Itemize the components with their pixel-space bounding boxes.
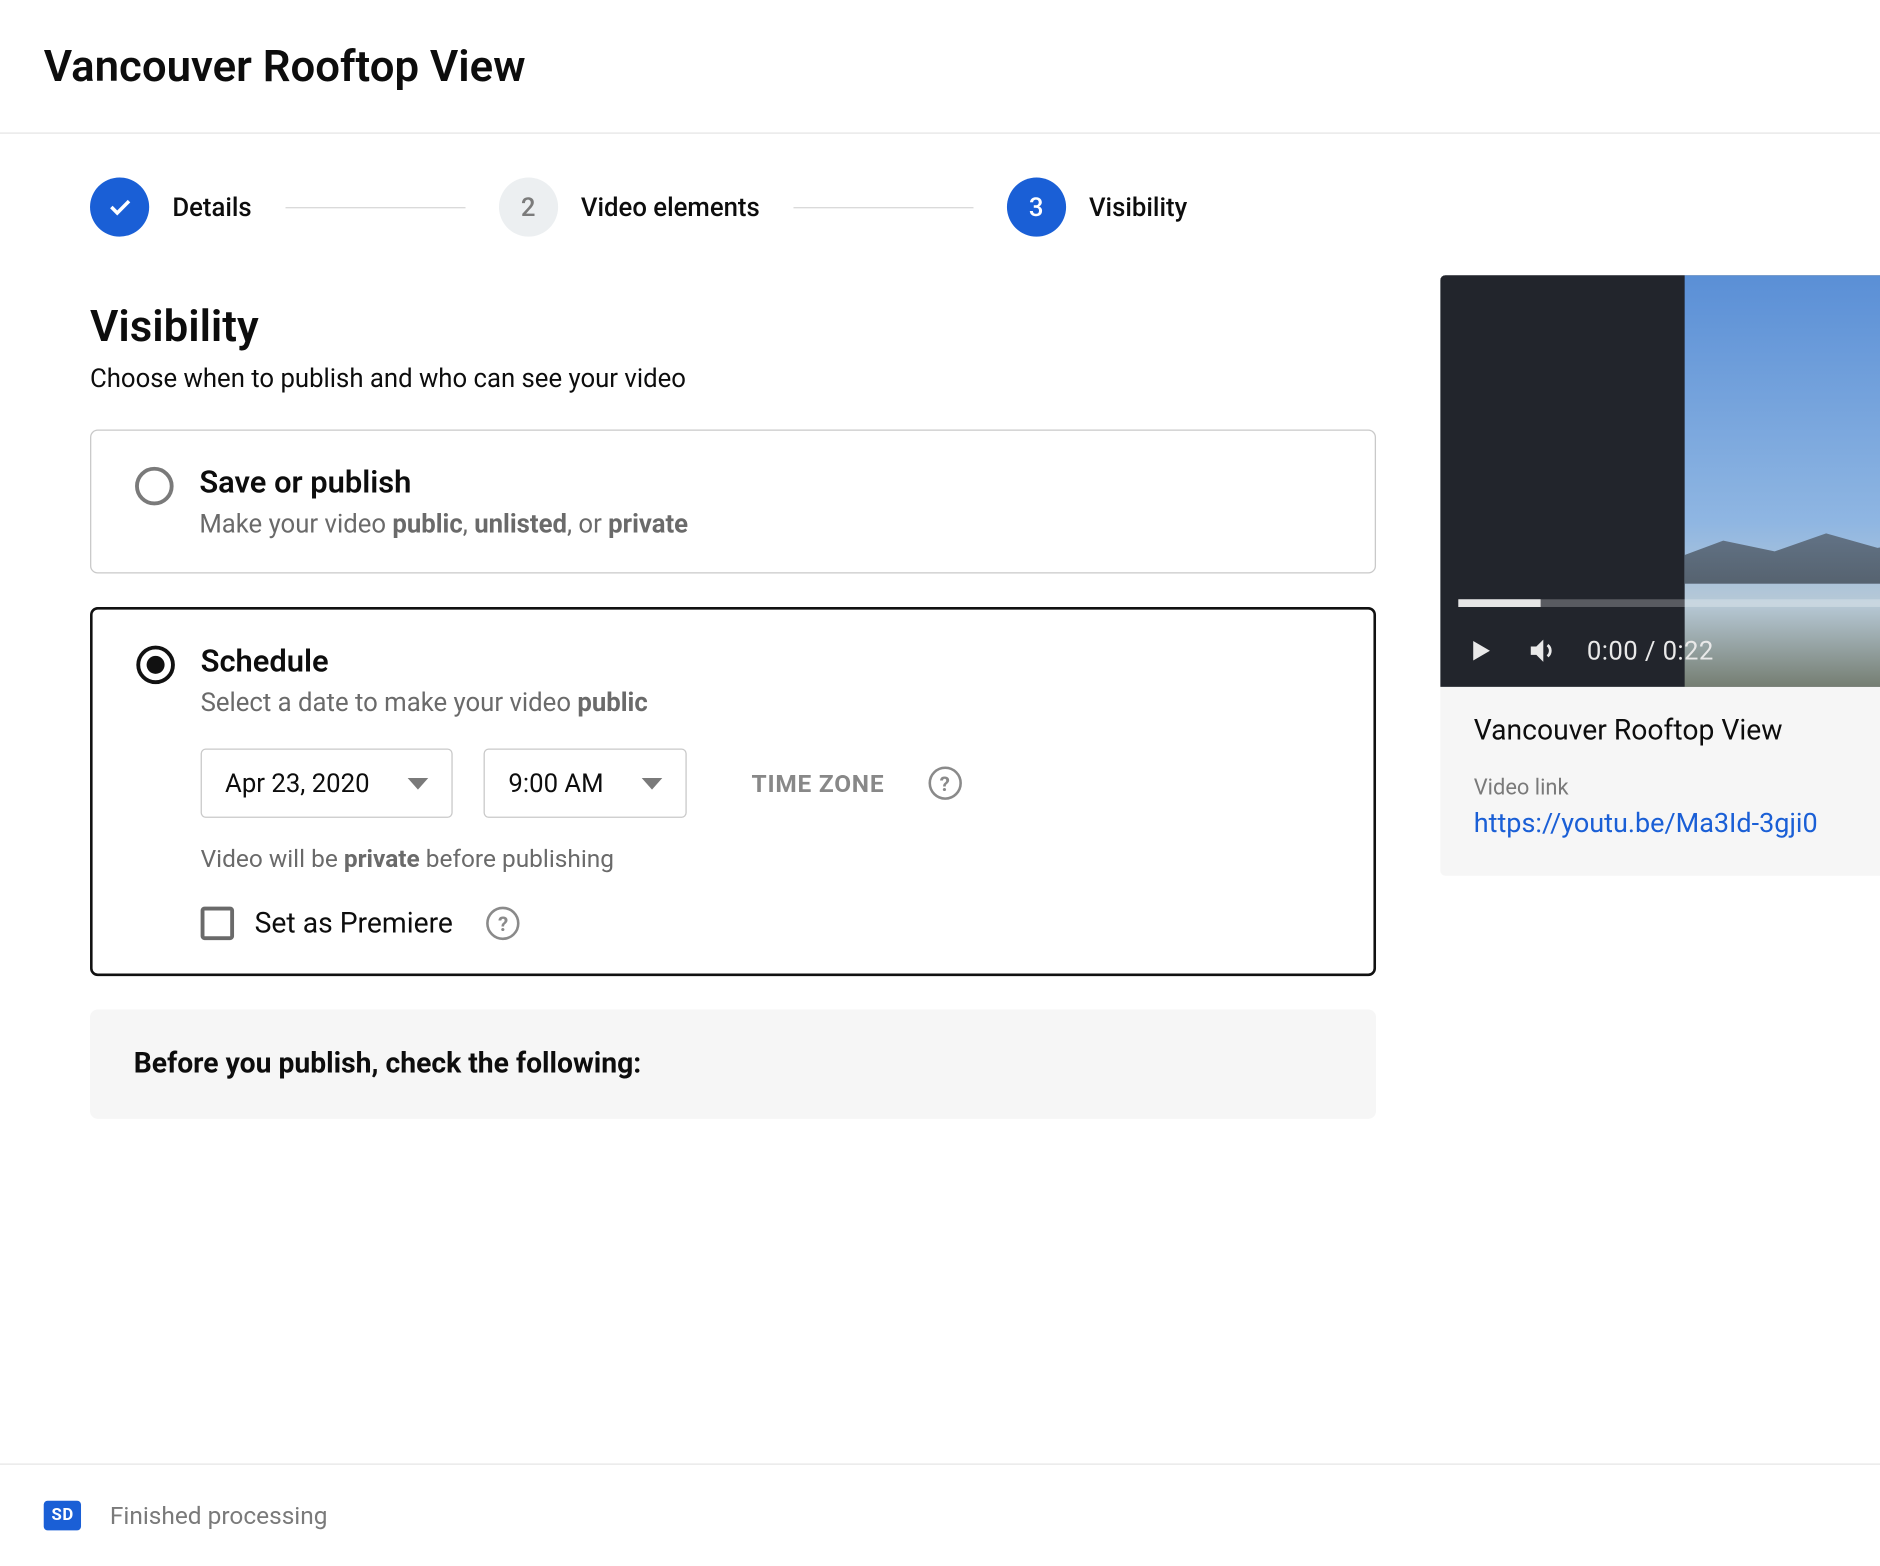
radio-save-or-publish[interactable] <box>135 467 174 506</box>
step-circle-idle: 2 <box>499 177 558 236</box>
step-label: Details <box>172 192 251 223</box>
text: , or <box>567 508 608 539</box>
step-connector <box>285 206 465 207</box>
chevron-down-icon <box>408 777 429 789</box>
text: Select a date to make your video <box>201 687 578 718</box>
step-details[interactable]: Details <box>90 177 252 236</box>
upload-stepper: Details 2 Video elements 3 Visibility <box>0 134 1880 250</box>
chevron-down-icon <box>642 777 663 789</box>
schedule-date-value: Apr 23, 2020 <box>225 768 369 799</box>
video-title: Vancouver Rooftop View <box>44 41 1880 92</box>
step-visibility[interactable]: 3 Visibility <box>1007 177 1188 236</box>
publish-checklist-notice: Before you publish, check the following: <box>90 1010 1376 1119</box>
option-title: Save or publish <box>199 464 688 500</box>
video-player[interactable]: 0:00 / 0:22 <box>1440 275 1880 687</box>
video-link[interactable]: https://youtu.be/Ma3Id-3gji0 <box>1474 809 1818 840</box>
step-video-elements[interactable]: 2 Video elements <box>499 177 760 236</box>
video-link-label: Video link <box>1474 775 1818 801</box>
schedule-time-select[interactable]: 9:00 AM <box>484 748 687 817</box>
premiere-checkbox[interactable] <box>201 907 234 940</box>
option-description: Select a date to make your video public <box>201 687 1330 718</box>
text: Make your video <box>199 508 392 539</box>
step-connector <box>793 206 973 207</box>
step-label: Video elements <box>581 192 760 223</box>
play-icon[interactable] <box>1463 634 1496 667</box>
step-circle-active: 3 <box>1007 177 1066 236</box>
bold-private: private <box>608 508 688 539</box>
bold-unlisted: unlisted <box>474 508 567 539</box>
option-title: Schedule <box>201 643 1330 679</box>
notice-title: Before you publish, check the following: <box>134 1048 1333 1080</box>
text: before publishing <box>420 844 614 874</box>
video-progress-fill <box>1458 599 1541 607</box>
volume-icon[interactable] <box>1525 634 1558 667</box>
timezone-label: TIME ZONE <box>752 768 885 798</box>
dialog-header: Vancouver Rooftop View Saved as draft <box>0 0 1880 134</box>
step-label: Visibility <box>1089 192 1187 223</box>
schedule-date-select[interactable]: Apr 23, 2020 <box>201 748 454 817</box>
preview-video-title: Vancouver Rooftop View <box>1474 715 1880 747</box>
video-time: 0:00 / 0:22 <box>1587 635 1714 666</box>
video-progress-track[interactable] <box>1458 599 1880 607</box>
bold-public: public <box>577 687 647 718</box>
option-schedule[interactable]: Schedule Select a date to make your vide… <box>90 607 1376 976</box>
premiere-help-icon[interactable]: ? <box>486 907 519 940</box>
text: , <box>463 508 474 539</box>
section-title: Visibility <box>90 301 1376 352</box>
option-description: Make your video public, unlisted, or pri… <box>199 508 688 539</box>
premiere-label: Set as Premiere <box>255 907 453 939</box>
bold-private: private <box>344 844 420 874</box>
option-save-or-publish[interactable]: Save or publish Make your video public, … <box>90 430 1376 574</box>
schedule-time-value: 9:00 AM <box>508 768 603 799</box>
step-circle-done <box>90 177 149 236</box>
schedule-note: Video will be private before publishing <box>201 844 1330 874</box>
timezone-help-icon[interactable]: ? <box>928 766 961 799</box>
text: Video will be <box>201 844 344 874</box>
section-subtitle: Choose when to publish and who can see y… <box>90 363 1376 394</box>
radio-schedule[interactable] <box>136 646 175 685</box>
bold-public: public <box>392 508 462 539</box>
video-controls: 0:00 / 0:22 <box>1440 615 1880 687</box>
video-preview-card: 0:00 / 0:22 Vancouver Rooftop View Video… <box>1440 275 1880 876</box>
